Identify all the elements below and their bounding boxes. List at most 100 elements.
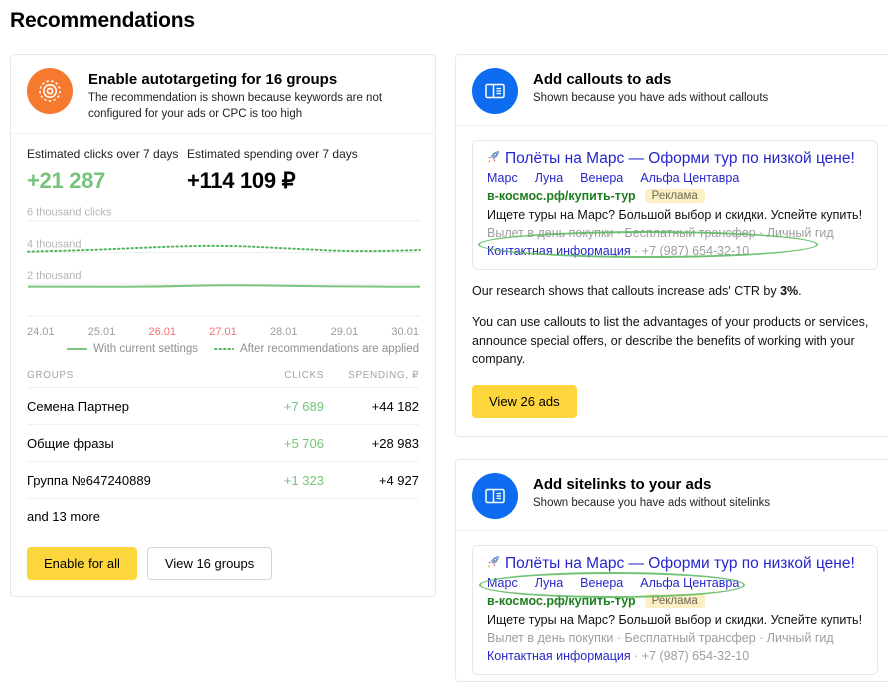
ad-sitelinks: Марс Луна Венера Альфа Центавра: [487, 576, 863, 590]
ad-display-url: в-космос.рф/купить-тур: [487, 189, 636, 203]
page-title: Recommendations: [10, 9, 888, 33]
ad-phone: +7 (987) 654-32-10: [642, 649, 749, 663]
group-spending: +28 983: [324, 436, 419, 451]
legend-item-after: After recommendations are applied: [214, 343, 419, 355]
enable-for-all-button[interactable]: Enable for all: [27, 547, 137, 580]
x-axis-label: 24.01: [27, 326, 55, 338]
ad-description: Ищете туры на Марс? Большой выбор и скид…: [487, 208, 863, 222]
x-axis-label: 27.01: [209, 326, 237, 338]
table-header-row: GROUPS CLICKS SPENDING, ₽: [27, 363, 419, 387]
col-header-clicks: CLICKS: [229, 370, 324, 381]
chart-x-axis: 24.01 25.01 26.01 27.01 28.01 29.01 30.0…: [27, 326, 419, 338]
ad-preview: Полёты на Марс — Оформи тур по низкой це…: [472, 545, 878, 675]
divider: [456, 125, 888, 126]
ad-display-url: в-космос.рф/купить-тур: [487, 594, 636, 608]
card-title: Add sitelinks to your ads: [533, 476, 770, 493]
callouts-card-header: Add callouts to ads Shown because you ha…: [456, 55, 888, 125]
card-subtitle: Shown because you have ads without sitel…: [533, 496, 770, 512]
svg-text:2 thousand: 2 thousand: [27, 270, 81, 282]
group-name: Группа №647240889: [27, 473, 229, 488]
stat-label: Estimated clicks over 7 days: [27, 147, 187, 161]
card-subtitle: The recommendation is shown because keyw…: [88, 91, 419, 122]
spending-stat: Estimated spending over 7 days +114 109 …: [187, 147, 358, 194]
research-text: Our research shows that callouts increas…: [472, 282, 872, 301]
clicks-forecast-chart: 6 thousand clicks4 thousand2 thousand 24…: [11, 196, 435, 355]
card-title: Enable autotargeting for 16 groups: [88, 71, 419, 88]
research-text-prefix: Our research shows that callouts increas…: [472, 284, 780, 298]
groups-table: GROUPS CLICKS SPENDING, ₽ Семена Партнер…: [27, 363, 419, 534]
right-column: Add callouts to ads Shown because you ha…: [455, 54, 888, 682]
ad-preview-body: Полёты на Марс — Оформи тур по низкой це…: [473, 546, 877, 674]
ad-sitelink: Альфа Центавра: [640, 171, 739, 185]
separator-dot: ·: [634, 244, 638, 258]
group-clicks: +5 706: [229, 436, 324, 451]
ad-sitelink: Альфа Центавра: [640, 576, 739, 590]
table-row: Семена Партнер +7 689 +44 182: [27, 387, 419, 424]
ad-badge: Реклама: [645, 189, 705, 203]
legend-label: After recommendations are applied: [240, 343, 419, 355]
x-axis-label: 28.01: [270, 326, 298, 338]
ad-contact-link: Контактная информация: [487, 649, 631, 663]
sitelinks-card: Add sitelinks to your ads Shown because …: [455, 459, 888, 682]
ad-phone: +7 (987) 654-32-10: [642, 244, 749, 258]
ad-sitelink: Венера: [580, 171, 623, 185]
card-title: Add callouts to ads: [533, 71, 768, 88]
group-name: Общие фразы: [27, 436, 229, 451]
ad-sitelink: Марс: [487, 576, 518, 590]
solid-line-icon: [67, 347, 87, 351]
x-axis-label: 30.01: [391, 326, 419, 338]
rocket-icon: [487, 150, 500, 163]
ad-sitelink: Марс: [487, 171, 518, 185]
ad-preview-body: Полёты на Марс — Оформи тур по низкой це…: [473, 141, 877, 269]
legend-item-current: With current settings: [67, 343, 198, 355]
rocket-icon: [487, 555, 500, 568]
ad-callouts: Вылет в день покупки · Бесплатный трансф…: [487, 226, 863, 240]
ad-description: Ищете туры на Марс? Большой выбор и скид…: [487, 613, 863, 627]
ad-preview: Полёты на Марс — Оформи тур по низкой це…: [472, 140, 878, 270]
x-axis-label: 26.01: [148, 326, 176, 338]
table-row: Общие фразы +5 706 +28 983: [27, 424, 419, 461]
ad-contact-row: Контактная информация · +7 (987) 654-32-…: [487, 649, 863, 663]
callouts-card: Add callouts to ads Shown because you ha…: [455, 54, 888, 437]
ad-sitelink: Венера: [580, 576, 623, 590]
group-spending: +4 927: [324, 473, 419, 488]
autotargeting-card: Enable autotargeting for 16 groups The r…: [10, 54, 436, 597]
ad-sitelink: Луна: [535, 576, 563, 590]
dotted-line-icon: [214, 347, 234, 351]
card-actions: Enable for all View 16 groups: [11, 534, 435, 596]
chart-legend: With current settings After recommendati…: [27, 343, 419, 355]
ad-callouts: Вылет в день покупки · Бесплатный трансф…: [487, 631, 863, 645]
svg-text:6 thousand clicks: 6 thousand clicks: [27, 207, 112, 219]
card-subtitle: Shown because you have ads without callo…: [533, 91, 768, 107]
view-groups-button[interactable]: View 16 groups: [147, 547, 272, 580]
autotargeting-card-header: Enable autotargeting for 16 groups The r…: [11, 55, 435, 133]
col-header-groups: GROUPS: [27, 370, 229, 381]
recommendations-page: Recommendations Enable autotargeting for…: [0, 9, 888, 33]
stat-value: +114 109 ₽: [187, 168, 358, 194]
x-axis-label: 29.01: [331, 326, 359, 338]
bullseye-icon: [27, 68, 73, 114]
stat-value: +21 287: [27, 168, 187, 194]
ad-sitelink: Луна: [535, 171, 563, 185]
view-ads-button[interactable]: View 26 ads: [472, 385, 577, 418]
forecast-stats: Estimated clicks over 7 days +21 287 Est…: [11, 134, 435, 196]
x-axis-label: 25.01: [88, 326, 116, 338]
ad-preview-icon: [472, 473, 518, 519]
ad-title-link: Полёты на Марс — Оформи тур по низкой це…: [505, 150, 855, 168]
ad-sitelinks: Марс Луна Венера Альфа Центавра: [487, 171, 863, 185]
col-header-spending: SPENDING, ₽: [324, 370, 419, 381]
group-name: Семена Партнер: [27, 399, 229, 414]
chart-canvas: 6 thousand clicks4 thousand2 thousand: [27, 202, 421, 320]
legend-label: With current settings: [93, 343, 198, 355]
table-row: Группа №647240889 +1 323 +4 927: [27, 461, 419, 498]
ad-contact-row: Контактная информация · +7 (987) 654-32-…: [487, 244, 863, 258]
separator-dot: ·: [634, 649, 638, 663]
group-clicks: +1 323: [229, 473, 324, 488]
more-groups-label: and 13 more: [27, 498, 419, 534]
divider: [456, 530, 888, 531]
research-text-bold: 3%: [780, 284, 798, 298]
stat-label: Estimated spending over 7 days: [187, 147, 358, 161]
ad-contact-link: Контактная информация: [487, 244, 631, 258]
sitelinks-card-header: Add sitelinks to your ads Shown because …: [456, 460, 888, 530]
clicks-stat: Estimated clicks over 7 days +21 287: [27, 147, 187, 194]
